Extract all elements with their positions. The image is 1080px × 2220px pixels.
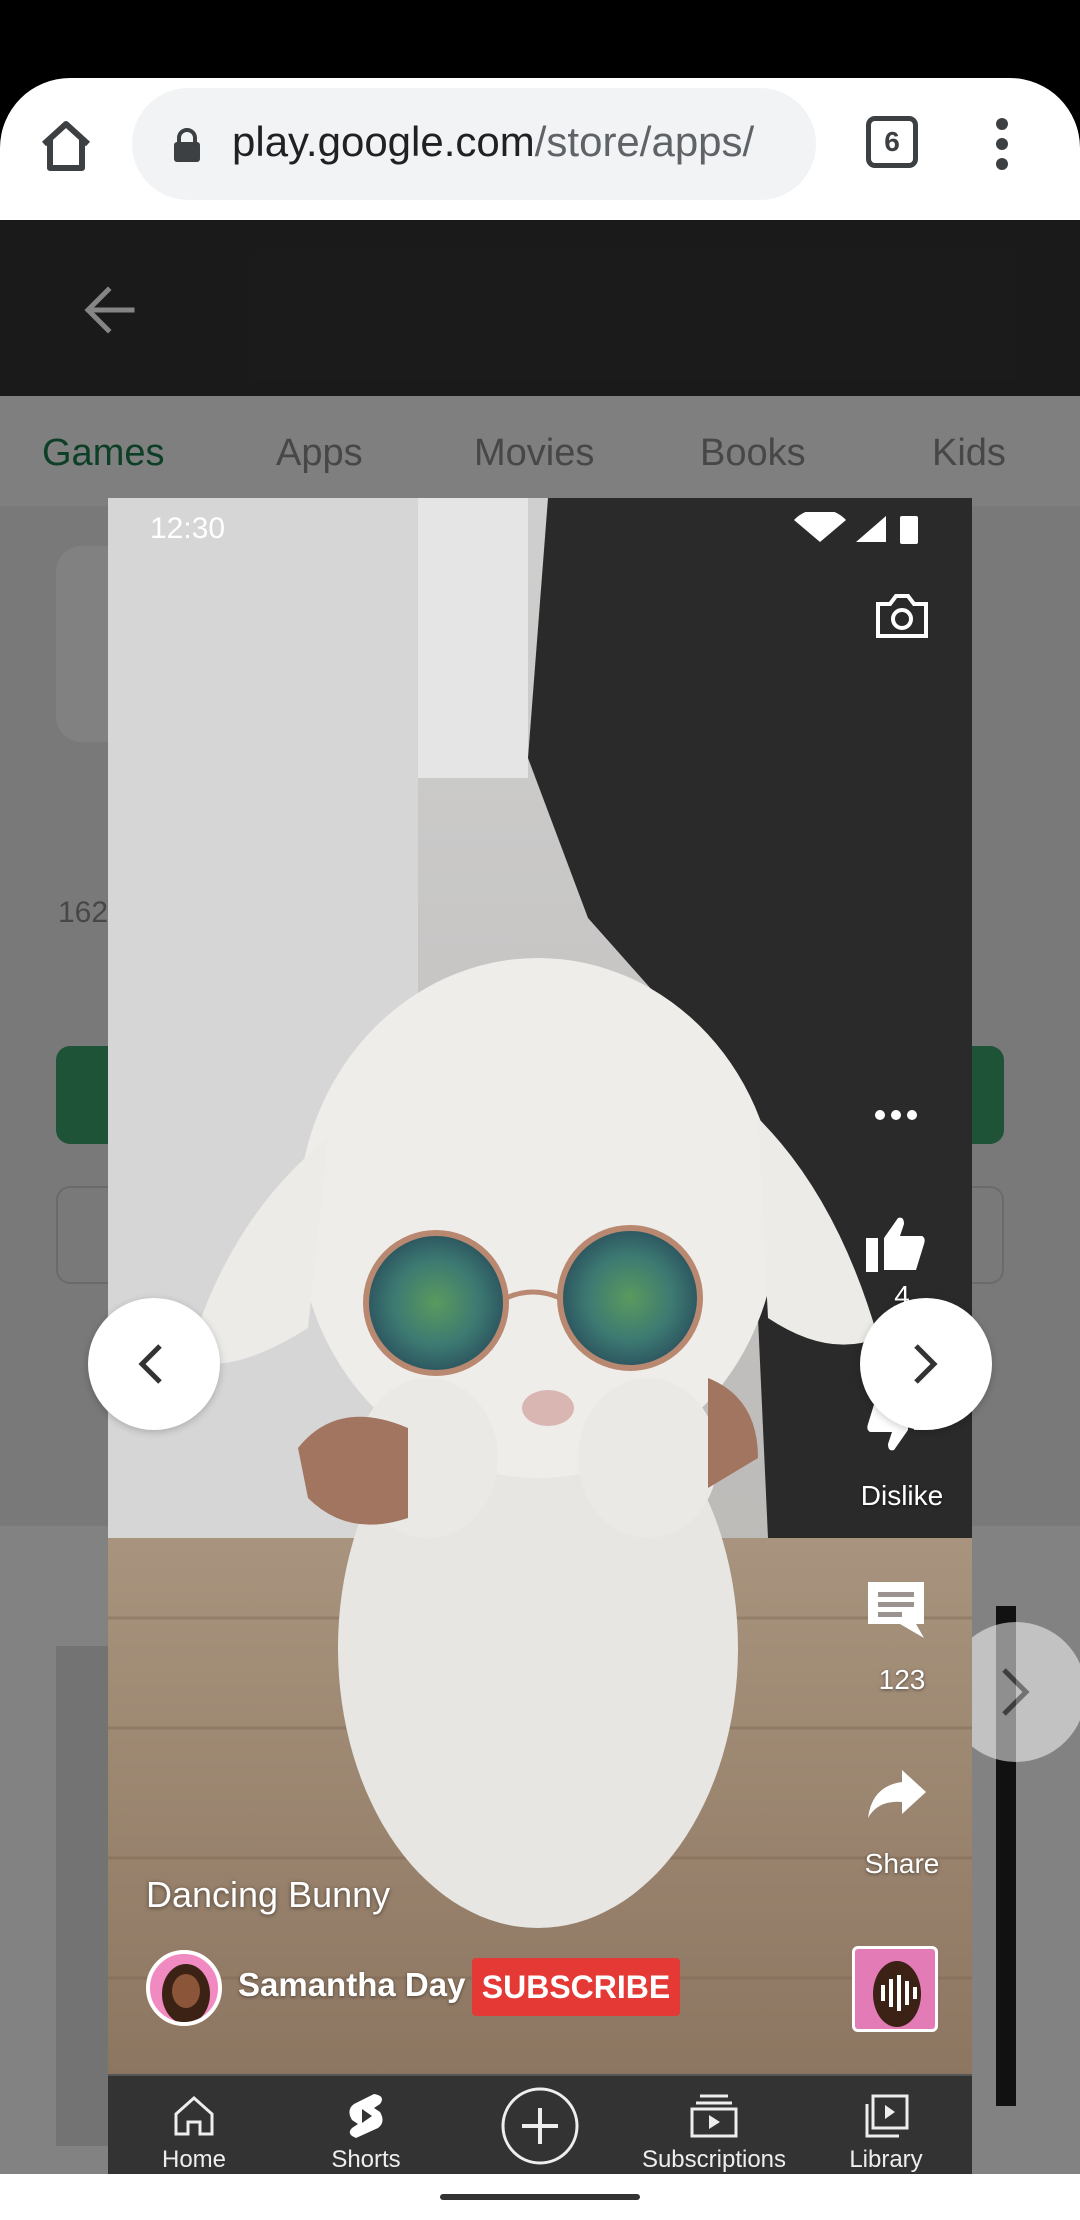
subscriptions-icon (690, 2094, 738, 2138)
nav-subscriptions-label: Subscriptions (641, 2146, 787, 2173)
gesture-handle[interactable] (440, 2194, 640, 2200)
nav-home[interactable]: Home (108, 2074, 280, 2174)
chevron-left-icon (138, 1344, 162, 1384)
preview-status-time: 12:30 (150, 512, 226, 545)
share-label: Share (864, 1848, 940, 1879)
music-thumbnail[interactable] (852, 1946, 938, 2032)
gesture-bar (0, 2174, 1080, 2220)
tab-switcher-button[interactable]: 6 (866, 116, 918, 168)
next-screenshot-button[interactable] (860, 1298, 992, 1430)
library-icon (865, 2094, 909, 2138)
like-icon[interactable] (864, 1214, 928, 1279)
nav-shorts[interactable]: Shorts (280, 2074, 452, 2174)
youtube-bottom-nav: Home Shorts Subscriptions Library (108, 2074, 972, 2174)
more-options-icon[interactable] (992, 118, 1012, 178)
comment-count: 123 (878, 1664, 926, 1695)
nav-library-label: Library (849, 2146, 923, 2173)
system-status-bar (0, 0, 1080, 80)
preview-status-icons (790, 508, 930, 548)
shorts-icon (349, 2094, 383, 2138)
comment-icon[interactable] (864, 1578, 928, 1645)
nav-create[interactable] (454, 2074, 626, 2174)
subscribe-button[interactable]: SUBSCRIBE (472, 1958, 680, 2016)
create-icon (501, 2087, 579, 2165)
channel-name[interactable]: Samantha Day (238, 1966, 465, 2004)
chevron-right-icon (914, 1344, 938, 1384)
previous-screenshot-button[interactable] (88, 1298, 220, 1430)
camera-icon[interactable] (874, 590, 930, 640)
home-icon (174, 2095, 214, 2136)
browser-toolbar: play.google.com/store/apps/ 6 (0, 78, 1080, 220)
screenshot-preview: 12:30 4 Dislike 123 Share Dancing Bunny … (108, 498, 972, 2174)
nav-library[interactable]: Library (800, 2074, 972, 2174)
video-title: Dancing Bunny (146, 1874, 391, 1915)
url-path: /store/apps/ (534, 118, 755, 165)
nav-shorts-label: Shorts (331, 2146, 401, 2173)
address-bar[interactable]: play.google.com/store/apps/ (132, 88, 816, 200)
home-icon[interactable] (36, 116, 96, 176)
nav-home-label: Home (161, 2146, 227, 2173)
share-icon[interactable] (866, 1768, 928, 1825)
channel-avatar[interactable] (146, 1950, 222, 2026)
url-host: play.google.com (232, 118, 535, 165)
nav-subscriptions[interactable]: Subscriptions (628, 2074, 800, 2174)
dislike-label: Dislike (860, 1480, 944, 1511)
lock-icon (172, 128, 202, 164)
url-text: play.google.com/store/apps/ (232, 118, 754, 166)
more-icon[interactable] (874, 1108, 918, 1127)
